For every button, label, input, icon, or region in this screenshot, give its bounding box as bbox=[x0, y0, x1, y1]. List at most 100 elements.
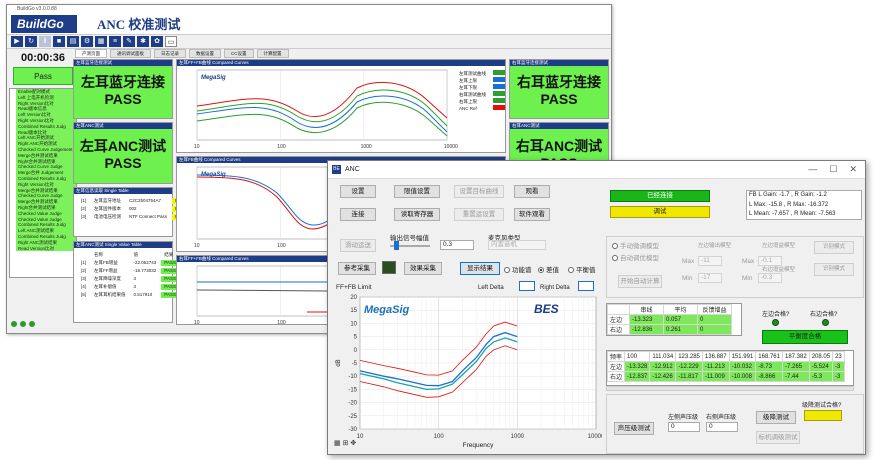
table-cell[interactable]: -7.265 bbox=[782, 361, 810, 372]
software-view-button[interactable]: 软件观看 bbox=[514, 208, 550, 221]
table-cell[interactable]: -12.229 bbox=[675, 361, 703, 372]
settings-icon[interactable]: ⚙ bbox=[81, 36, 93, 47]
radio-manual-mode[interactable]: 手动微调模型 bbox=[612, 240, 659, 250]
megasig-logo: MegaSig bbox=[364, 304, 410, 316]
table-cell[interactable]: -8.866 bbox=[755, 371, 783, 382]
close-icon[interactable]: ✕ bbox=[849, 164, 857, 175]
subtab-5[interactable]: 计算配置 bbox=[256, 49, 289, 58]
subtab-4[interactable]: CC设置 bbox=[224, 49, 254, 58]
step-item[interactable]: Read Version比对 bbox=[16, 245, 76, 252]
refresh-icon[interactable]: ↻ bbox=[25, 36, 37, 47]
table-cell[interactable]: -5.3 bbox=[808, 371, 834, 382]
read-register-button[interactable]: 读取寄存器 bbox=[394, 208, 440, 221]
save-icon[interactable]: ▤ bbox=[67, 36, 79, 47]
legend-swatch bbox=[493, 70, 505, 75]
mode-button-1[interactable]: 识别模式 bbox=[814, 241, 854, 254]
subtab-0[interactable]: 产测页面 bbox=[75, 49, 107, 58]
table-cell[interactable]: -7.44 bbox=[782, 371, 810, 382]
table-cell[interactable]: -12.912 bbox=[649, 361, 677, 372]
chart-table-icon[interactable]: ▦ bbox=[334, 440, 341, 447]
table-cell[interactable]: -12.836 bbox=[629, 324, 664, 335]
table-cell[interactable]: -11.009 bbox=[701, 371, 730, 382]
chart-pan-icon[interactable]: ✥ bbox=[350, 440, 356, 447]
step-item[interactable]: Checked Curve Judgement bbox=[16, 146, 76, 153]
legend-item: 右耳测试曲线 bbox=[459, 91, 505, 98]
min-left-input[interactable]: -17 bbox=[698, 273, 722, 283]
table-cell[interactable]: 0 bbox=[697, 314, 732, 325]
table-cell[interactable]: -13.328 bbox=[624, 361, 651, 372]
view-button[interactable]: 观看 bbox=[514, 185, 550, 198]
auto-compute-button[interactable]: 开始自动计算 bbox=[618, 275, 662, 288]
stop-icon[interactable]: ■ bbox=[53, 36, 65, 47]
table-cell[interactable]: -10.008 bbox=[728, 371, 757, 382]
output-level-slider-thumb[interactable] bbox=[394, 241, 399, 250]
reset-settings-button[interactable]: 重置运设置 bbox=[454, 208, 504, 221]
test-step-list[interactable]: Enable配对模式 Left 上电开机检测 Right Version比对 Read… bbox=[9, 88, 77, 278]
window-icon[interactable]: ▭ bbox=[165, 36, 177, 47]
set-target-curve-button[interactable]: 设置目标曲线 bbox=[454, 185, 504, 198]
settings-button[interactable]: 设置 bbox=[340, 185, 376, 198]
tool-icon[interactable]: ✱ bbox=[137, 36, 149, 47]
sound-pressure-test-button[interactable]: 声压级测试 bbox=[614, 422, 654, 435]
radio-option-0[interactable]: 功能谱 bbox=[504, 264, 532, 274]
table-cell: 电池电压检测 bbox=[94, 214, 122, 219]
table-cell[interactable]: 右边 bbox=[607, 324, 630, 335]
table-cell[interactable]: -8.73 bbox=[755, 361, 783, 372]
minimize-icon[interactable]: — bbox=[808, 164, 817, 175]
balance-pass-button[interactable]: 平衡度合格 bbox=[762, 330, 848, 344]
table-cell[interactable]: 左边 bbox=[607, 314, 630, 325]
mic-type-select[interactable]: 内置音机 bbox=[488, 240, 546, 250]
output-level-input[interactable]: 0.3 bbox=[440, 240, 474, 250]
table-cell[interactable]: 0 bbox=[697, 324, 732, 335]
connect-button[interactable]: 连接 bbox=[340, 208, 376, 221]
radio-option-2[interactable]: 平衡值 bbox=[568, 264, 596, 274]
maximize-icon[interactable]: ☐ bbox=[829, 164, 837, 175]
table-row: 右边 -12.836 0.261 0 bbox=[607, 324, 732, 335]
status-light-3 bbox=[29, 321, 35, 327]
table-cell[interactable]: -3 bbox=[832, 361, 845, 372]
radio-auto-mode[interactable]: 自动调优模型 bbox=[612, 252, 659, 262]
radio-option-1[interactable]: 差值 bbox=[538, 264, 559, 274]
sweep-test-button[interactable]: 级降测试 bbox=[756, 411, 796, 424]
gear-icon[interactable]: ✿ bbox=[151, 36, 163, 47]
table-cell[interactable]: -12.426 bbox=[649, 371, 677, 382]
wrench-icon[interactable]: ✎ bbox=[123, 36, 135, 47]
table-cell[interactable]: -11.213 bbox=[701, 361, 730, 372]
subtab-2[interactable]: 日志记录 bbox=[154, 49, 186, 58]
frequency-table-scrollbar[interactable] bbox=[606, 386, 854, 391]
grid-icon[interactable]: ▦ bbox=[95, 36, 107, 47]
table-cell: 左耳固件版本 bbox=[94, 206, 122, 211]
table-cell: [5] bbox=[81, 292, 87, 297]
ff-fb-limit-chart: 20151050-5-10-15-20-25-3010100100010000F… bbox=[336, 295, 602, 449]
noise-capture-button[interactable]: 效果采集 bbox=[404, 262, 442, 275]
table-cell[interactable]: -5.524 bbox=[808, 361, 834, 372]
limit-settings-button[interactable]: 限值设置 bbox=[394, 185, 440, 198]
table-cell[interactable]: -10.032 bbox=[728, 361, 757, 372]
table-header-cell bbox=[78, 252, 89, 258]
table-cell[interactable]: -11.817 bbox=[675, 371, 703, 382]
min-right-input[interactable]: -0.3 bbox=[758, 273, 782, 283]
show-result-button[interactable]: 显示结果 bbox=[460, 262, 500, 275]
table-cell[interactable]: 0.057 bbox=[663, 314, 698, 325]
x-axis-label: Frequency bbox=[463, 442, 494, 449]
max-right-input[interactable]: -0.1 bbox=[758, 256, 782, 266]
pause-icon[interactable]: ‖ bbox=[39, 36, 51, 47]
sliders-icon[interactable]: ≡ bbox=[109, 36, 121, 47]
table-cell[interactable]: 右边 bbox=[607, 371, 626, 382]
table-cell[interactable]: 0.261 bbox=[663, 324, 698, 335]
play-icon[interactable]: ▶ bbox=[11, 36, 23, 47]
left-output-model-label: 左边输出模型 bbox=[698, 243, 732, 249]
chart-zoom-icon[interactable]: ⊞ bbox=[343, 440, 349, 447]
table-cell[interactable]: 左边 bbox=[607, 361, 626, 372]
subtab-3[interactable]: 数据设置 bbox=[189, 49, 221, 58]
subtab-1[interactable]: 通讯调试面板 bbox=[110, 49, 151, 58]
table-cell[interactable]: -13.323 bbox=[629, 314, 664, 325]
table-cell[interactable]: -3 bbox=[832, 371, 845, 382]
reference-capture-button[interactable]: 参考采集 bbox=[338, 262, 376, 275]
max-left-input[interactable]: -11 bbox=[698, 256, 722, 266]
table-cell[interactable]: -12.837 bbox=[624, 371, 651, 382]
pause-button[interactable]: 滑动运送 bbox=[340, 239, 376, 252]
mode-button-2[interactable]: 识别模式 bbox=[814, 263, 854, 276]
anc-dialog: BE ANC — ☐ ✕ 设置 限值设置 设置目标曲线 观看 连接 读取寄存器 … bbox=[327, 160, 866, 455]
standard-sweep-button[interactable]: 标机调级测试 bbox=[756, 431, 800, 444]
